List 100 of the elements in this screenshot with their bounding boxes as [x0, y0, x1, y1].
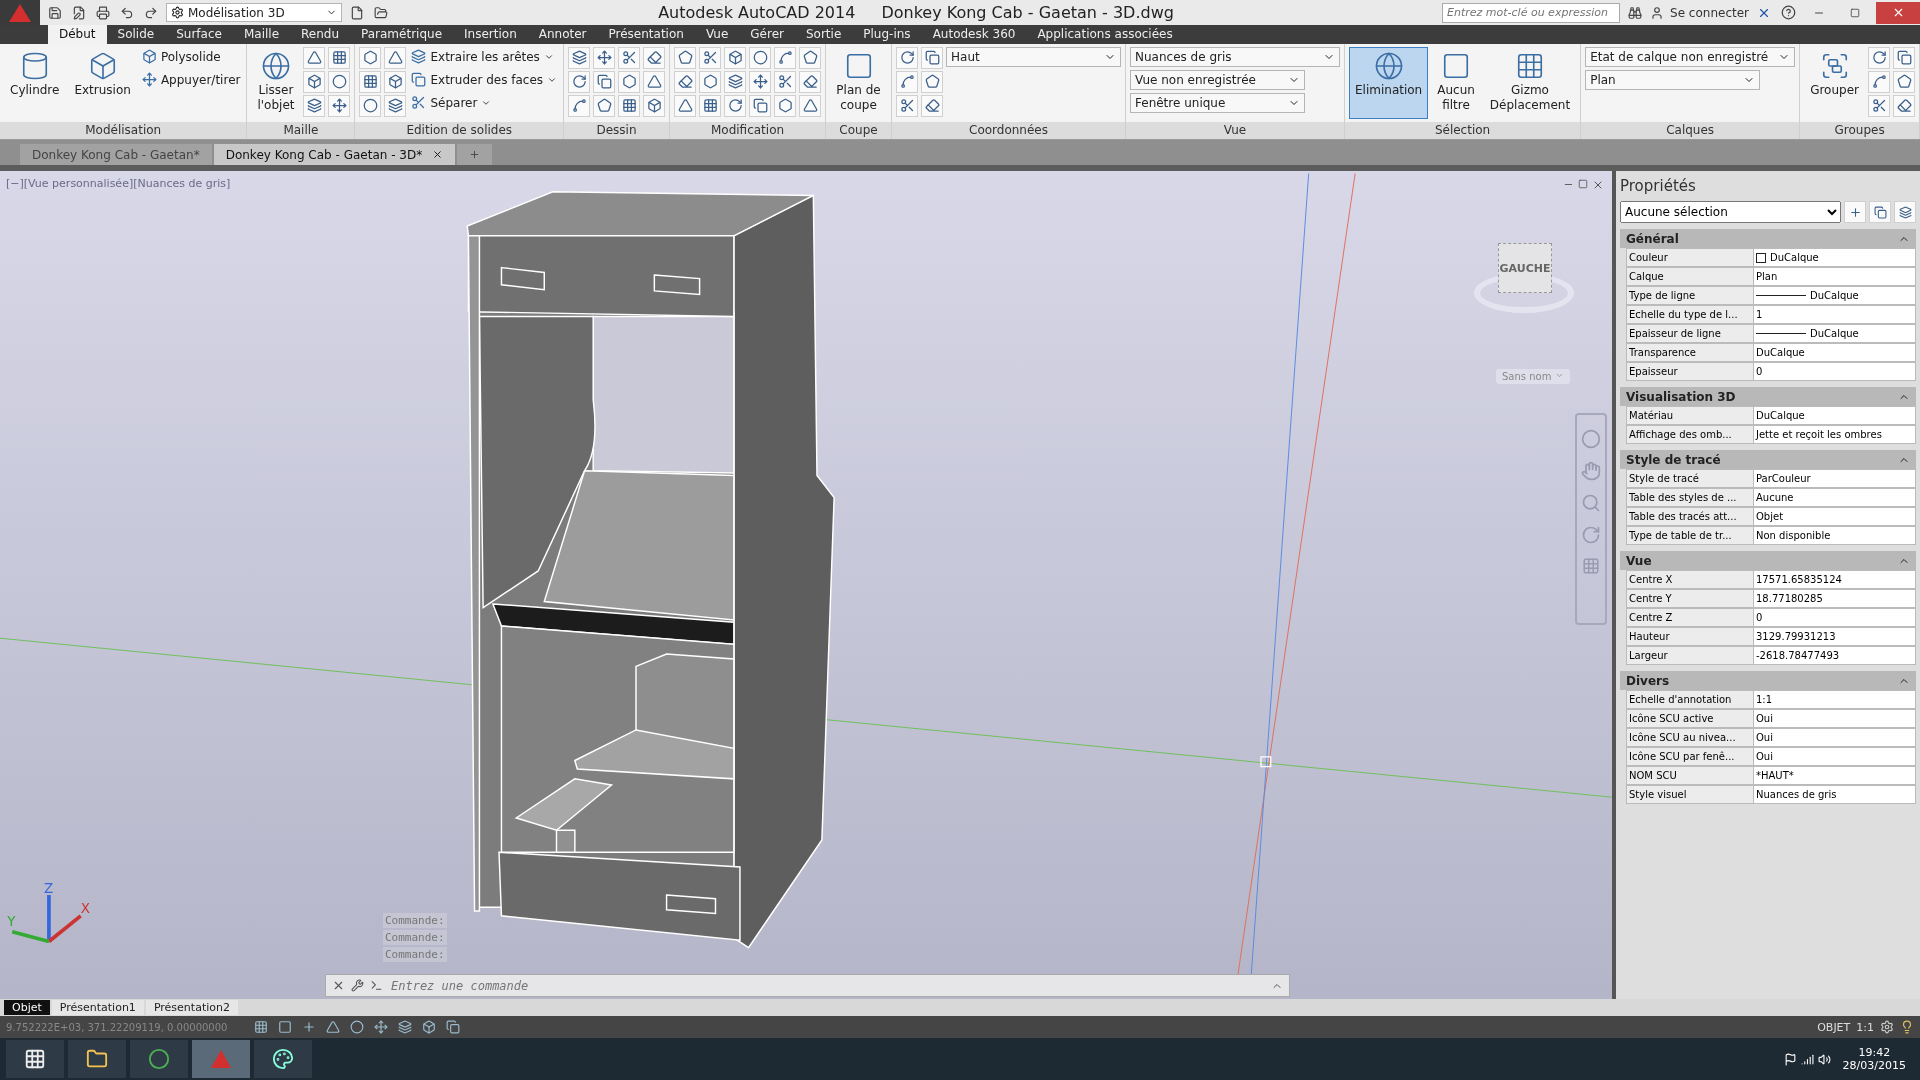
ribbon-tab[interactable]: Surface	[165, 25, 233, 44]
tool-button[interactable]	[921, 46, 943, 69]
taskbar-app[interactable]	[130, 1040, 188, 1079]
section-header[interactable]: Général	[1620, 229, 1916, 249]
tool-button[interactable]	[593, 70, 616, 93]
tool-button[interactable]	[328, 70, 351, 93]
property-value[interactable]: Oui	[1754, 728, 1916, 748]
property-value[interactable]: Plan	[1754, 267, 1916, 287]
tool-button[interactable]	[328, 46, 351, 69]
sign-in-link[interactable]: Se connecter	[1670, 5, 1749, 20]
tool-button[interactable]	[1844, 201, 1866, 224]
property-value[interactable]: *HAUT*	[1754, 766, 1916, 786]
tool-button[interactable]	[799, 94, 822, 117]
dropdown[interactable]: Etat de calque non enregistré	[1585, 46, 1796, 67]
panel-title[interactable]: Groupes	[1800, 121, 1919, 139]
tool-button[interactable]	[1868, 94, 1890, 117]
tool-button[interactable]	[921, 94, 943, 117]
tool-button[interactable]	[724, 70, 747, 93]
property-value[interactable]: 1	[1754, 305, 1916, 325]
dropdown[interactable]: Plan	[1585, 69, 1761, 90]
tool-button[interactable]	[303, 70, 326, 93]
property-value[interactable]: DuCalque	[1754, 324, 1916, 344]
tool-button[interactable]	[384, 94, 407, 117]
property-value[interactable]: Jette et reçoit les ombres	[1754, 425, 1916, 445]
document-tab[interactable]: Donkey Kong Cab - Gaetan*	[20, 144, 212, 166]
tool-button[interactable]	[1893, 94, 1915, 117]
panel-title[interactable]: Coordonnées	[892, 121, 1125, 139]
tool-button[interactable]	[618, 70, 641, 93]
tool-button[interactable]	[799, 70, 822, 93]
taskbar-app[interactable]	[254, 1040, 312, 1079]
tool-button[interactable]	[674, 46, 697, 69]
ribbon-tool-button[interactable]: Séparer	[409, 92, 560, 113]
ribbon-tab[interactable]: Autodesk 360	[921, 25, 1027, 44]
search-field[interactable]: Entrez mot-clé ou expression	[1442, 2, 1621, 23]
ribbon-tab[interactable]: Plug-ins	[852, 25, 922, 44]
tool-button[interactable]	[1868, 46, 1890, 69]
tool-button[interactable]	[896, 70, 918, 93]
toolbar-button[interactable]	[46, 5, 64, 20]
ribbon-tab[interactable]: Annoter	[527, 25, 598, 44]
tool-button[interactable]	[384, 70, 407, 93]
annotation-scale[interactable]: 1:1	[1856, 1020, 1874, 1034]
property-value[interactable]: DuCalque	[1754, 406, 1916, 426]
property-value[interactable]: 18.77180285	[1754, 589, 1916, 609]
tool-button[interactable]	[774, 94, 797, 117]
property-value[interactable]: 17571.65835124	[1754, 570, 1916, 590]
dropdown[interactable]: Fenêtre unique	[1130, 92, 1305, 113]
drawing-viewport[interactable]: [−][Vue personnalisée][Nuances de gris] Z X Y GAUCHE Sans nom Commande: Commande: Commande: Entrez une commande	[0, 171, 1612, 1000]
property-value[interactable]: Non disponible	[1754, 526, 1916, 546]
ribbon-tab[interactable]: Paramétrique	[350, 25, 454, 44]
panel-title[interactable]: Sélection	[1345, 121, 1581, 139]
tool-button[interactable]	[568, 70, 591, 93]
tool-button[interactable]	[774, 70, 797, 93]
toolbar-button[interactable]	[94, 5, 112, 20]
property-value[interactable]: DuCalque	[1754, 286, 1916, 306]
status-toggle-button[interactable]	[348, 1020, 366, 1035]
panel-title[interactable]: Edition de solides	[355, 121, 564, 139]
ribbon-tab[interactable]: Sortie	[794, 25, 853, 44]
tool-button[interactable]	[359, 70, 382, 93]
ribbon-tab[interactable]: Gérer	[739, 25, 795, 44]
panel-title[interactable]: Calques	[1581, 121, 1800, 139]
ribbon-tool-button[interactable]: Appuyer/tirer	[139, 69, 243, 90]
command-input[interactable]: Entrez une commande	[389, 977, 1265, 994]
ribbon-tab[interactable]: Présentation	[597, 25, 695, 44]
tool-button[interactable]	[724, 46, 747, 69]
help-button[interactable]	[1779, 5, 1798, 20]
panel-title[interactable]: Dessin	[564, 121, 670, 139]
ribbon-tool-button[interactable]: Cylindre	[4, 46, 66, 119]
ribbon-tool-button[interactable]: Extrusion	[68, 46, 137, 119]
tool-button[interactable]	[359, 46, 382, 69]
ribbon-tool-button[interactable]: Polysolide	[139, 46, 243, 67]
tool-button[interactable]	[593, 46, 616, 69]
section-header[interactable]: Divers	[1620, 671, 1916, 691]
tool-button[interactable]	[1868, 70, 1890, 93]
tool-button[interactable]	[303, 94, 326, 117]
ribbon-tool-button[interactable]: Gizmo Déplacement	[1483, 46, 1577, 119]
selection-dropdown[interactable]: Aucune sélection	[1620, 201, 1841, 224]
ribbon-tool-button[interactable]: Elimination	[1349, 46, 1429, 119]
ribbon-tab[interactable]: Applications associées	[1026, 25, 1184, 44]
tool-button[interactable]	[921, 70, 943, 93]
tool-button[interactable]	[799, 46, 822, 69]
tool-button[interactable]	[724, 94, 747, 117]
layout-tab[interactable]: Présentation2	[145, 1000, 238, 1016]
property-value[interactable]: DuCalque	[1754, 343, 1916, 363]
status-toggle-button[interactable]	[276, 1020, 294, 1035]
ribbon-tab[interactable]: Solide	[106, 25, 166, 44]
property-value[interactable]: 3129.79931213	[1754, 627, 1916, 647]
status-toggle-button[interactable]	[252, 1020, 270, 1035]
tool-button[interactable]	[593, 94, 616, 117]
panel-title[interactable]: Coupe	[826, 121, 891, 139]
close-button[interactable]	[1876, 1, 1920, 24]
ribbon-tab[interactable]: Rendu	[290, 25, 351, 44]
dropdown[interactable]: Nuances de gris	[1130, 46, 1340, 67]
tool-button[interactable]	[1894, 201, 1916, 224]
tool-button[interactable]	[674, 94, 697, 117]
status-toggle-button[interactable]	[324, 1020, 342, 1035]
new-tab-button[interactable]	[457, 144, 493, 166]
document-tab[interactable]: Donkey Kong Cab - Gaetan - 3D*	[213, 144, 456, 166]
tool-button[interactable]	[749, 94, 772, 117]
ribbon-tab[interactable]: Insertion	[453, 25, 528, 44]
tool-button[interactable]	[359, 94, 382, 117]
